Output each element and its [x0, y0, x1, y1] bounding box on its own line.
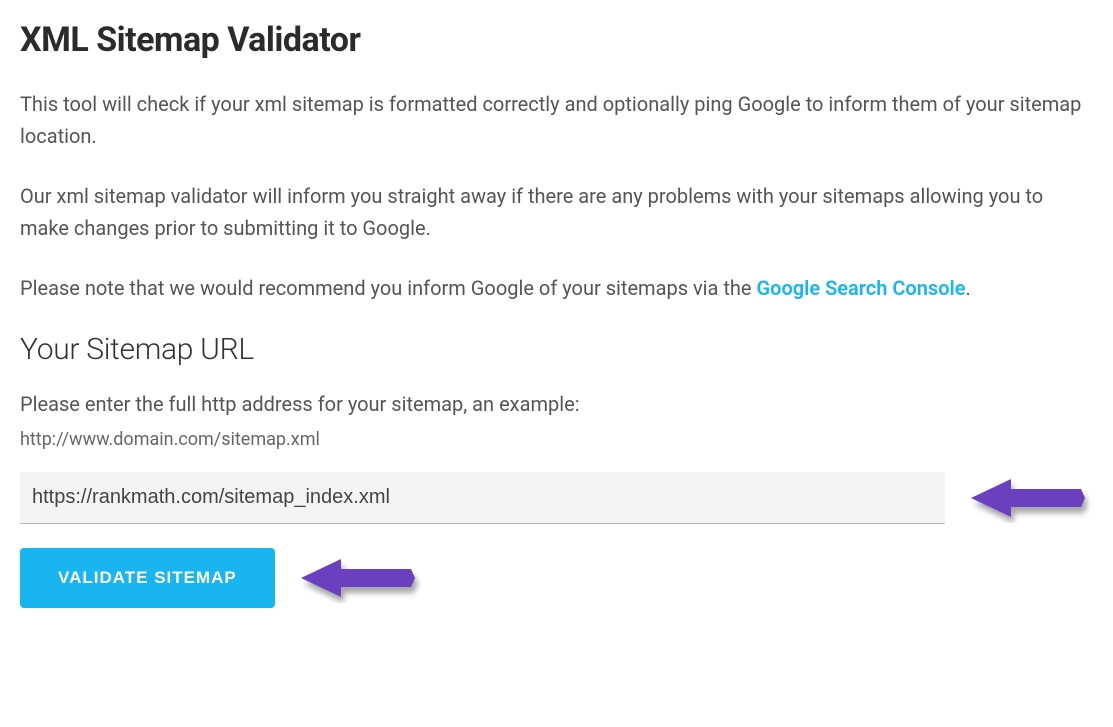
sitemap-url-input[interactable]: [20, 472, 945, 524]
input-example: http://www.domain.com/sitemap.xml: [20, 429, 1093, 450]
section-title-sitemap-url: Your Sitemap URL: [20, 332, 1093, 367]
url-input-row: [20, 472, 1093, 524]
description-paragraph-1: This tool will check if your xml sitemap…: [20, 88, 1093, 152]
page-title: XML Sitemap Validator: [20, 20, 1093, 60]
paragraph-3-suffix: .: [965, 276, 970, 300]
description-paragraph-2: Our xml sitemap validator will inform yo…: [20, 180, 1093, 244]
description-paragraph-3: Please note that we would recommend you …: [20, 272, 1093, 304]
arrow-left-icon: [293, 553, 423, 603]
google-search-console-link[interactable]: Google Search Console: [757, 276, 966, 300]
validate-sitemap-button[interactable]: VALIDATE SITEMAP: [20, 548, 275, 608]
paragraph-3-prefix: Please note that we would recommend you …: [20, 276, 757, 300]
arrow-left-icon: [963, 473, 1093, 523]
submit-row: VALIDATE SITEMAP: [20, 548, 1093, 608]
input-hint: Please enter the full http address for y…: [20, 389, 1093, 419]
